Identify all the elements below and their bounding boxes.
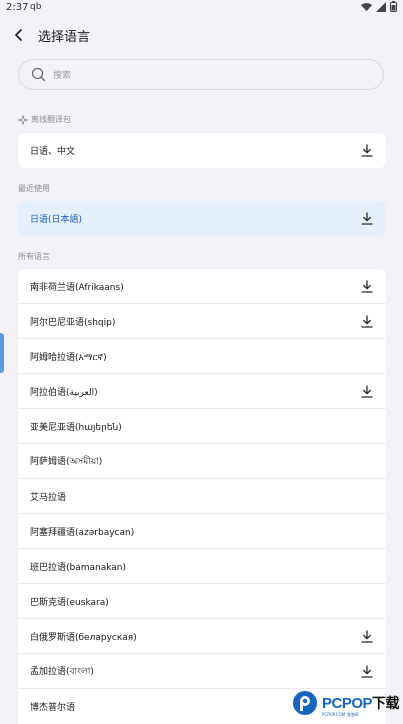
battery-icon [390,1,397,12]
language-label: 日语、中文 [30,147,76,157]
section-recent-text: 最近使用 [18,184,50,193]
language-row[interactable]: 孟加拉语(বাংলা) [18,654,386,689]
language-row[interactable]: 艾马拉语 [18,479,386,514]
section-offline-text: 离线翻译包 [31,115,71,124]
language-row[interactable]: 巴斯克语(euskara) [18,584,386,619]
language-row[interactable]: 亚美尼亚语(հայերեն) [18,409,386,444]
download-button[interactable] [360,279,374,293]
download-icon [361,664,373,678]
language-label: 艾马拉语 [30,492,67,503]
language-row[interactable]: 阿拉伯语(العربية) [18,374,386,409]
download-button[interactable] [360,144,374,158]
search-box[interactable] [18,59,384,90]
download-icon [361,212,373,225]
all-languages-list: 南非荷兰语(Afrikaans) 阿尔巴尼亚语(shqip) 阿姆哈拉语(አማርኛ)… [18,269,386,724]
side-drawer-handle[interactable] [0,333,4,373]
wifi-icon [361,2,372,11]
section-recent-label: 最近使用 [18,183,50,194]
download-icon [361,144,373,157]
language-row[interactable]: 阿萨姆语(অসমীয়া) [18,444,386,479]
offline-list: 日语、中文 [18,133,386,168]
watermark-suffix: 下载 [372,695,400,711]
language-label: 阿尔巴尼亚语(shqip) [30,317,116,328]
language-label: 阿萨姆语(অসমীয়া) [30,456,103,467]
pcpop-logo-icon [292,691,317,715]
language-row[interactable]: 班巴拉语(bamanakan) [18,549,386,584]
language-row[interactable]: 南非荷兰语(Afrikaans) [18,269,386,304]
back-arrow-icon [15,29,22,41]
download-icon [361,384,373,398]
language-label: 巴斯克语(euskara) [30,597,109,608]
language-label: 白俄罗斯语(беларуская) [30,632,137,643]
page-title: 选择语言 [38,30,91,45]
status-app-indicator: qb [30,2,42,12]
language-row[interactable]: 阿塞拜疆语(azərbaycan) [18,514,386,549]
back-button[interactable] [10,26,28,44]
watermark-sub: PCPOP.COM 泡泡网 [321,712,359,717]
recent-language-row[interactable]: 日语(日本語) [18,201,386,236]
language-row[interactable]: 阿尔巴尼亚语(shqip) [18,304,386,339]
app-header: 选择语言 [0,20,403,50]
status-bar: 2:37 qb [0,0,403,16]
section-offline-label: 离线翻译包 [18,114,71,125]
download-button[interactable] [360,384,374,398]
language-label: 孟加拉语(বাংলা) [30,666,94,677]
language-row[interactable]: 白俄罗斯语(беларуская) [18,619,386,654]
download-button[interactable] [360,314,374,328]
section-all-text: 所有语言 [18,252,50,261]
download-icon [361,279,373,293]
section-all-label: 所有语言 [18,251,50,262]
language-label: 日语(日本語) [30,215,83,225]
language-label: 阿拉伯语(العربية) [30,387,98,398]
search-icon [31,67,46,82]
language-row[interactable]: 阿姆哈拉语(አማርኛ) [18,339,386,374]
download-button[interactable] [360,664,374,678]
watermark-brand: PCPOP [321,695,373,712]
language-label: 博杰普尔语 [30,703,76,713]
status-time: 2:37 [6,2,29,13]
language-label: 阿塞拜疆语(azərbaycan) [30,527,135,538]
download-icon [361,314,373,328]
download-button[interactable] [360,629,374,643]
language-label: 南非荷兰语(Afrikaans) [30,282,124,293]
recent-list: 日语(日本語) [18,201,386,236]
download-button[interactable] [360,212,374,226]
language-label: 阿姆哈拉语(አማርኛ) [30,352,107,363]
download-icon [361,629,373,643]
language-label: 亚美尼亚语(հայերեն) [30,422,122,433]
sparkle-icon [18,114,28,125]
search-input[interactable] [51,65,375,87]
watermark: PCPOP下载 PCPOP.COM 泡泡网 [292,690,400,717]
offline-pack-row[interactable]: 日语、中文 [18,133,386,168]
status-icons [361,1,397,12]
signal-icon [376,1,386,12]
language-label: 班巴拉语(bamanakan) [30,562,127,573]
watermark-text: PCPOP下载 [321,693,400,713]
